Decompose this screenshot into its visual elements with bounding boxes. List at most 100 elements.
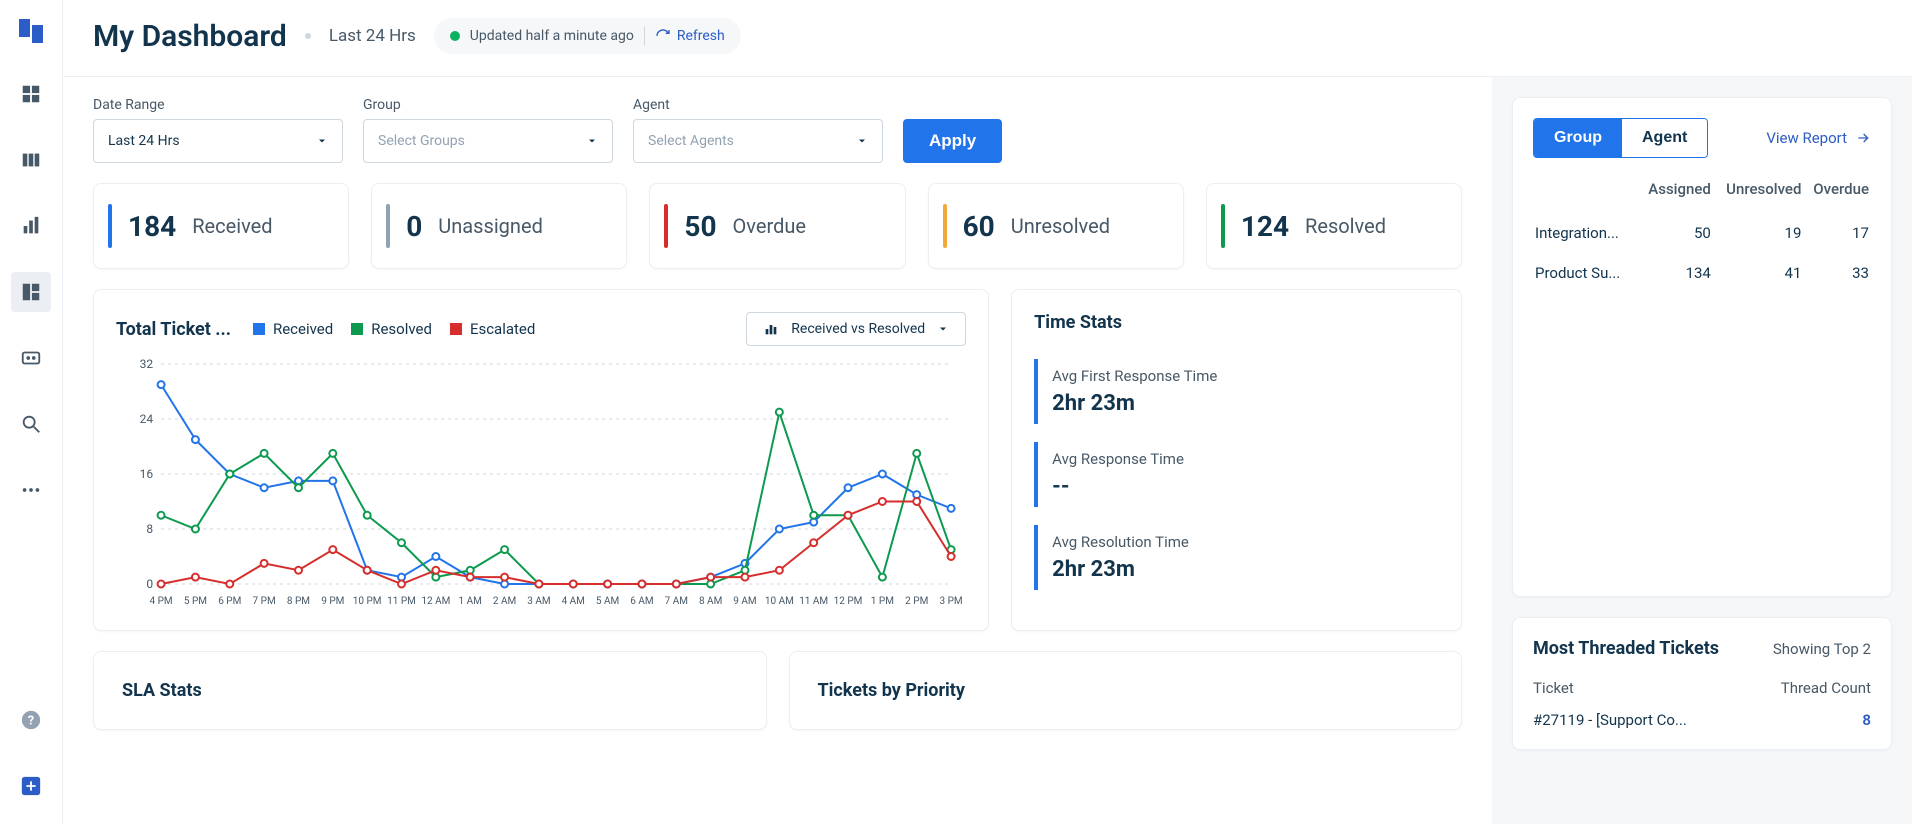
right-column: Group Agent View Report AssignedUnresolv… xyxy=(1492,77,1912,824)
nav-tickets-icon[interactable] xyxy=(11,338,51,378)
arrow-right-icon xyxy=(1855,130,1871,146)
group-agent-panel: Group Agent View Report AssignedUnresolv… xyxy=(1512,97,1892,597)
segment-agent-button[interactable]: Agent xyxy=(1622,119,1707,157)
threaded-ticket-row[interactable]: #27119 - [Support Co... 8 xyxy=(1533,711,1871,729)
metric-value: 2hr 23m xyxy=(1052,557,1439,582)
stat-card-overdue[interactable]: 50 Overdue xyxy=(649,183,905,269)
col-thread-count: Thread Count xyxy=(1781,679,1871,697)
table-header: Unresolved xyxy=(1713,180,1802,212)
segment-group-button[interactable]: Group xyxy=(1534,119,1622,157)
chart-view-select[interactable]: Received vs Resolved xyxy=(746,312,966,346)
stat-card-received[interactable]: 184 Received xyxy=(93,183,349,269)
nav-add-icon[interactable] xyxy=(11,766,51,806)
date-range-select[interactable]: Last 24 Hrs xyxy=(93,119,343,163)
stat-card-unresolved[interactable]: 60 Unresolved xyxy=(928,183,1184,269)
table-row[interactable]: Integration... 50 19 17 xyxy=(1535,214,1869,252)
group-table: AssignedUnresolvedOverdue Integration...… xyxy=(1533,178,1871,294)
svg-text:4 AM: 4 AM xyxy=(562,596,585,607)
cell-assigned: 134 xyxy=(1637,254,1711,292)
metric-label: Avg Response Time xyxy=(1052,450,1439,468)
chart-panel: Total Ticket ... Received Resolved Escalat… xyxy=(93,289,989,631)
legend-item: Escalated xyxy=(450,320,535,338)
tickets-priority-panel: Tickets by Priority xyxy=(789,651,1463,730)
refresh-button[interactable]: Refresh xyxy=(655,28,725,44)
page-subtitle: Last 24 Hrs xyxy=(329,26,416,46)
time-stats-title: Time Stats xyxy=(1034,312,1439,333)
divider xyxy=(644,26,645,46)
metric-value: 2hr 23m xyxy=(1052,391,1439,416)
svg-text:9 AM: 9 AM xyxy=(733,596,756,607)
svg-text:8 AM: 8 AM xyxy=(699,596,722,607)
status-pill: Updated half a minute ago Refresh xyxy=(434,18,741,54)
svg-text:12 PM: 12 PM xyxy=(834,596,863,607)
nav-table-icon[interactable] xyxy=(11,140,51,180)
table-header: Overdue xyxy=(1803,180,1869,212)
view-report-link[interactable]: View Report xyxy=(1766,129,1871,147)
segment-row: Group Agent View Report xyxy=(1533,118,1871,158)
stat-card-unassigned[interactable]: 0 Unassigned xyxy=(371,183,627,269)
svg-text:0: 0 xyxy=(146,577,153,591)
nav-widgets-icon[interactable] xyxy=(11,272,51,312)
svg-text:10 AM: 10 AM xyxy=(765,596,794,607)
stat-card-resolved[interactable]: 124 Resolved xyxy=(1206,183,1462,269)
time-metric: Avg First Response Time 2hr 23m xyxy=(1034,359,1439,424)
content-left: Date Range Last 24 Hrs Group Select Grou… xyxy=(63,77,1492,824)
tickets-priority-title: Tickets by Priority xyxy=(818,680,1434,701)
filter-group: Group Select Groups xyxy=(363,97,613,163)
svg-text:5 PM: 5 PM xyxy=(184,596,207,607)
main-area: My Dashboard Last 24 Hrs Updated half a … xyxy=(63,0,1912,824)
group-placeholder: Select Groups xyxy=(378,133,465,149)
nav-dashboard-icon[interactable] xyxy=(11,74,51,114)
nav-search-icon[interactable] xyxy=(11,404,51,444)
refresh-label: Refresh xyxy=(677,28,725,44)
agent-select[interactable]: Select Agents xyxy=(633,119,883,163)
legend-label: Received xyxy=(273,320,333,338)
svg-text:8 PM: 8 PM xyxy=(287,596,310,607)
nav-analytics-icon[interactable] xyxy=(11,206,51,246)
legend-swatch-icon xyxy=(351,323,363,335)
legend-swatch-icon xyxy=(450,323,462,335)
topbar: My Dashboard Last 24 Hrs Updated half a … xyxy=(63,0,1912,77)
threaded-tickets-panel: Most Threaded Tickets Showing Top 2 Tick… xyxy=(1512,617,1892,750)
thread-count: 8 xyxy=(1862,711,1871,729)
svg-text:12 AM: 12 AM xyxy=(421,596,450,607)
table-header: Assigned xyxy=(1637,180,1711,212)
stat-label: Overdue xyxy=(733,214,806,238)
legend-label: Resolved xyxy=(371,320,432,338)
svg-text:9 PM: 9 PM xyxy=(321,596,344,607)
chevron-down-icon xyxy=(586,135,598,147)
sla-stats-title: SLA Stats xyxy=(122,680,738,701)
content-area: Date Range Last 24 Hrs Group Select Grou… xyxy=(63,77,1912,824)
svg-text:24: 24 xyxy=(140,412,154,426)
date-range-label: Date Range xyxy=(93,97,343,113)
svg-text:32: 32 xyxy=(140,357,154,371)
stat-accent-bar xyxy=(1221,204,1225,248)
apply-button[interactable]: Apply xyxy=(903,119,1002,163)
group-select[interactable]: Select Groups xyxy=(363,119,613,163)
svg-text:1 AM: 1 AM xyxy=(459,596,482,607)
svg-text:8: 8 xyxy=(146,522,153,536)
stat-label: Resolved xyxy=(1305,214,1386,238)
chevron-down-icon xyxy=(856,135,868,147)
nav-help-icon[interactable]: ? xyxy=(11,700,51,740)
legend-swatch-icon xyxy=(253,323,265,335)
chart-select-value: Received vs Resolved xyxy=(791,321,925,337)
table-row[interactable]: Product Su... 134 41 33 xyxy=(1535,254,1869,292)
line-chart: 081624324 PM5 PM6 PM7 PM8 PM9 PM10 PM11 … xyxy=(116,354,966,614)
cell-unresolved: 41 xyxy=(1713,254,1802,292)
bottom-row: SLA Stats Tickets by Priority xyxy=(63,651,1492,760)
time-metric: Avg Response Time -- xyxy=(1034,442,1439,507)
table-header xyxy=(1535,180,1635,212)
stat-value: 60 xyxy=(963,210,995,243)
col-ticket: Ticket xyxy=(1533,679,1574,697)
chart-legend: Received Resolved Escalated xyxy=(253,320,535,338)
nav-more-icon[interactable] xyxy=(11,470,51,510)
stat-value: 0 xyxy=(406,210,422,243)
group-label: Group xyxy=(363,97,613,113)
app-logo xyxy=(14,14,48,48)
stat-label: Received xyxy=(192,214,272,238)
agent-label: Agent xyxy=(633,97,883,113)
svg-text:5 AM: 5 AM xyxy=(596,596,619,607)
svg-text:1 PM: 1 PM xyxy=(871,596,894,607)
chart-title: Total Ticket ... xyxy=(116,319,231,340)
